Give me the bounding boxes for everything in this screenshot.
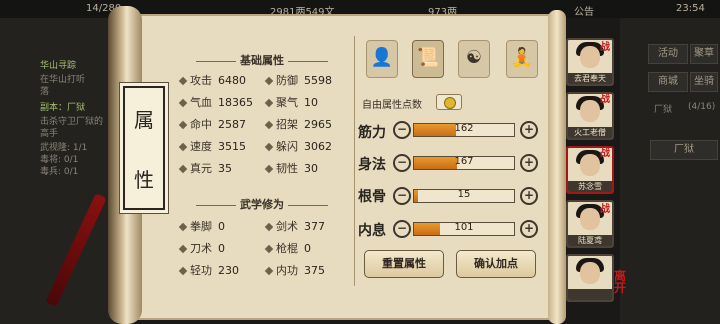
title-char: 属 [134, 107, 154, 132]
announce-button[interactable]: 公告 [574, 3, 594, 18]
attr-value: 162 [454, 123, 474, 134]
right-menu-panel: 活动 聚草 商城 坐骑 厂狱 (4/16) 厂狱 [620, 18, 720, 324]
quest-line: 落 [40, 87, 50, 97]
free-points-label: 自由属性点数 [362, 100, 422, 111]
attr-bar: 162 [413, 123, 515, 137]
shop-button[interactable]: 商城 [648, 72, 688, 92]
coin-icon [444, 97, 456, 109]
plus-button[interactable]: + [520, 154, 538, 172]
confirm-points-button[interactable]: 确认加点 [456, 250, 536, 278]
stat-parry: 招架 2965 [264, 116, 332, 132]
battle-badge-icon: 战 [600, 204, 610, 215]
attr-value: 167 [454, 156, 474, 167]
minus-button[interactable]: − [393, 220, 411, 238]
attribute-tab-icon[interactable]: 📜 [412, 40, 444, 78]
hero-portrait[interactable] [566, 254, 614, 302]
plus-button[interactable]: + [520, 121, 538, 139]
minus-button[interactable]: − [393, 154, 411, 172]
dungeon-name[interactable]: 副本：厂狱 [40, 100, 85, 113]
basic-attributes-header: 基础属性 [176, 52, 348, 68]
stat-hit: 命中 2587 [178, 116, 246, 132]
character-tab-icon[interactable]: 👤 [366, 40, 398, 78]
stat-blade: 刀术 0 [178, 240, 225, 256]
attr-name: 内息 [358, 223, 386, 239]
battle-badge-icon: 战 [600, 42, 610, 53]
grass-button[interactable]: 聚草 [690, 44, 718, 64]
attr-name: 筋力 [358, 125, 386, 141]
battle-badge-icon: 战 [600, 94, 610, 105]
panel-divider [354, 36, 355, 286]
mount-button[interactable]: 坐骑 [690, 72, 718, 92]
attr-value: 101 [454, 222, 474, 233]
stat-defense: 防御 5598 [264, 72, 332, 88]
stat-true-energy: 真元 35 [178, 160, 232, 176]
attr-bar: 15 [413, 189, 515, 203]
area-level: (4/16) [688, 102, 716, 112]
hero-name: 苏念雪 [568, 181, 612, 192]
stat-fist: 拳脚 0 [178, 218, 225, 234]
stat-speed: 速度 3515 [178, 138, 246, 154]
stat-sword: 剑术 377 [264, 218, 325, 234]
attr-bar: 167 [413, 156, 515, 170]
panel-vertical-title: 属 性 [123, 86, 165, 210]
attr-bar: 101 [413, 222, 515, 236]
quest-target: 毒兵: 0/1 [40, 167, 79, 177]
hero-name: 火工老僧 [568, 127, 612, 138]
minus-button[interactable]: − [393, 121, 411, 139]
stat-spear: 枪棍 0 [264, 240, 311, 256]
reset-attributes-button[interactable]: 重置属性 [364, 250, 444, 278]
stat-hp: 气血 18365 [178, 94, 253, 110]
stat-dodge: 躲闪 3062 [264, 138, 332, 154]
stat-inner: 内功 375 [264, 262, 325, 278]
quest-desc: 高手 [40, 129, 59, 139]
attr-value: 15 [457, 189, 471, 200]
stat-attack: 攻击 6480 [178, 72, 246, 88]
area-item[interactable]: 厂狱 [650, 140, 718, 160]
battle-badge-icon: 战 [600, 148, 610, 159]
meridian-tab-icon[interactable]: 🧘 [506, 40, 538, 78]
free-points-box [436, 94, 462, 110]
taiji-tab-icon[interactable]: ☯ [458, 40, 490, 78]
plus-button[interactable]: + [520, 187, 538, 205]
stat-toughness: 韧性 30 [264, 160, 318, 176]
clock: 23:54 [676, 3, 705, 14]
quest-title[interactable]: 华山寻踪 [40, 58, 76, 71]
attr-name: 身法 [358, 157, 386, 173]
activity-button[interactable]: 活动 [648, 44, 688, 64]
leave-button[interactable]: 离开 [614, 270, 628, 294]
stat-lightness: 轻功 230 [178, 262, 239, 278]
plus-button[interactable]: + [520, 220, 538, 238]
hero-name: 陆夏鸢 [568, 235, 612, 246]
area-name: 厂狱 [654, 105, 673, 115]
hero-name: 去君奉天 [568, 73, 612, 84]
hero-name [568, 289, 612, 300]
title-char: 性 [134, 167, 154, 192]
martial-header: 武学修为 [176, 196, 348, 212]
minus-button[interactable]: − [393, 187, 411, 205]
scroll-rod-right [548, 10, 566, 324]
attr-name: 根骨 [358, 189, 386, 205]
stat-focus: 聚气 10 [264, 94, 318, 110]
